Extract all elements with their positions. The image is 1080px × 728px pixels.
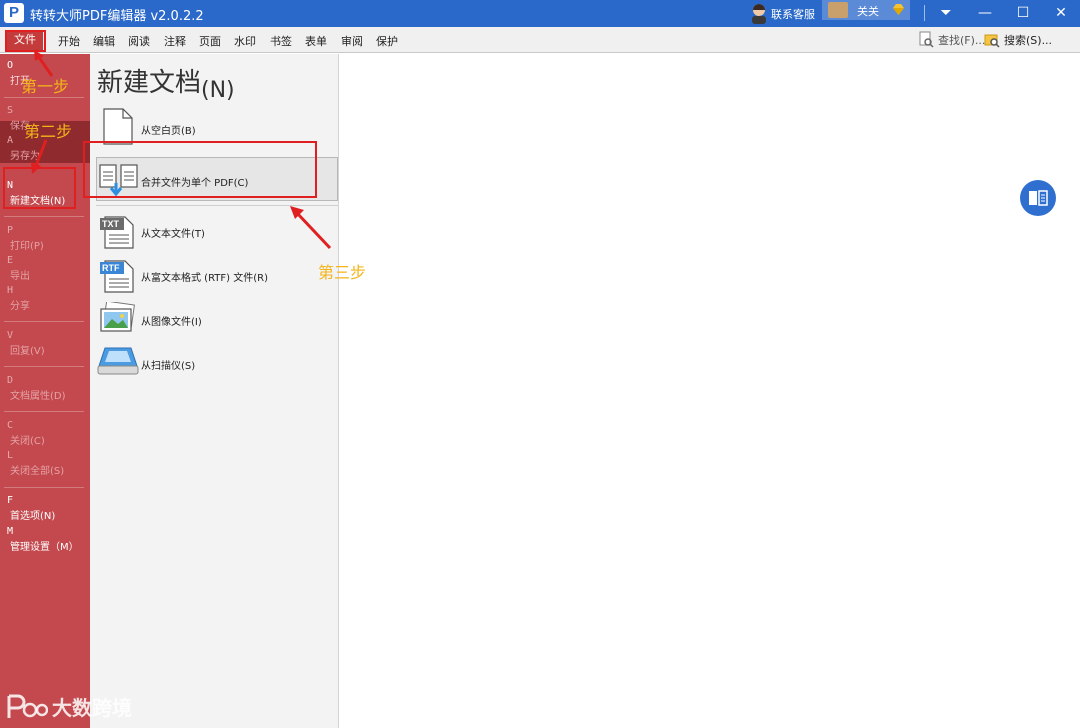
sidebar-divider (4, 97, 84, 98)
shortcut-key-h: H (7, 285, 14, 296)
book-icon (1029, 190, 1048, 206)
float-assistant-button[interactable] (1020, 180, 1056, 216)
annotation-step2: 第二步 (24, 122, 73, 141)
sidebar-item-close-all[interactable]: 关闭全部(S) (10, 462, 64, 477)
panel-title: 新建文档(N) (97, 68, 235, 103)
sidebar-item-manage-settings[interactable]: 管理设置（M） (10, 538, 79, 553)
watermark-text: 大数跨境 (52, 696, 132, 720)
window-title: 转转大师PDF编辑器 v2.0.2.2 (30, 9, 204, 24)
sidebar-item-export[interactable]: 导出 (10, 267, 30, 282)
menu-bookmark[interactable]: 书签 (270, 33, 292, 49)
app-logo-icon: P (4, 3, 24, 23)
menu-watermark[interactable]: 水印 (234, 33, 256, 49)
annotation-box-merge-option (83, 141, 317, 198)
menu-review[interactable]: 审阅 (341, 33, 363, 49)
sidebar-item-close[interactable]: 关闭(C) (10, 432, 45, 447)
shortcut-key-c: C (7, 420, 14, 431)
shortcut-key-o: O (7, 60, 14, 71)
menu-page[interactable]: 页面 (199, 33, 221, 49)
menu-read[interactable]: 阅读 (128, 33, 150, 49)
menu-annotate[interactable]: 注释 (164, 33, 186, 49)
menu-bar: 文件 开始 编辑 阅读 注释 页面 水印 书签 表单 审阅 保护 查找(F)..… (0, 27, 1080, 53)
rtf-badge: RTF (102, 263, 120, 273)
vip-gem-icon (893, 4, 904, 15)
title-bar: P 转转大师PDF编辑器 v2.0.2.2 联系客服 关关 ⏷ — ☐ ✕ (0, 0, 1080, 27)
sidebar-divider (4, 411, 84, 412)
shortcut-key-v: V (7, 330, 14, 341)
find-button[interactable]: 查找(F)... (938, 32, 985, 48)
customer-service-link[interactable]: 联系客服 (771, 6, 815, 22)
option-image-file-label[interactable]: 从图像文件(I) (141, 313, 202, 328)
menu-edit[interactable]: 编辑 (93, 33, 115, 49)
sidebar-item-preferences[interactable]: 首选项(N) (10, 507, 55, 522)
close-button[interactable]: ✕ (1042, 0, 1080, 27)
shortcut-key-p: P (7, 225, 14, 236)
image-file-icon (100, 302, 135, 332)
search-button[interactable]: 搜索(S)... (1004, 32, 1052, 48)
sidebar-item-document-properties[interactable]: 文档属性(D) (10, 387, 66, 402)
customer-service-icon[interactable] (750, 2, 768, 24)
menu-protect[interactable]: 保护 (376, 33, 398, 49)
app-window: P 转转大师PDF编辑器 v2.0.2.2 联系客服 关关 ⏷ — ☐ ✕ 文件… (0, 0, 1080, 728)
shortcut-key-d: D (7, 375, 14, 386)
shortcut-key-s: S (7, 105, 14, 116)
titlebar-separator (924, 5, 925, 21)
dropdown-button[interactable]: ⏷ (927, 0, 965, 27)
option-text-file-label[interactable]: 从文本文件(T) (141, 225, 205, 240)
sidebar-divider (4, 366, 84, 367)
minimize-button[interactable]: — (966, 0, 1004, 27)
panel-title-key: (N) (201, 78, 235, 103)
annotation-step3: 第三步 (318, 263, 367, 282)
shortcut-key-a: A (7, 135, 14, 146)
option-blank-page-label[interactable]: 从空白页(B) (141, 122, 196, 137)
shortcut-key-m: M (7, 526, 14, 537)
menu-form[interactable]: 表单 (305, 33, 327, 49)
option-scanner-label[interactable]: 从扫描仪(S) (141, 357, 195, 372)
sidebar-divider (4, 487, 84, 488)
sidebar-item-print[interactable]: 打印(P) (10, 237, 44, 252)
find-icon[interactable] (918, 31, 934, 48)
option-rtf-file-label[interactable]: 从富文本格式 (RTF) 文件(R) (141, 269, 268, 284)
user-name[interactable]: 关关 (857, 3, 879, 19)
annotation-step1: 第一步 (21, 77, 70, 96)
annotation-box-new-document (3, 167, 76, 209)
scanner-icon (97, 347, 139, 375)
search-icon[interactable] (984, 31, 1000, 48)
user-avatar[interactable] (828, 2, 848, 18)
maximize-button[interactable]: ☐ (1004, 0, 1042, 27)
sidebar-item-share[interactable]: 分享 (10, 297, 30, 312)
watermark-logo (7, 694, 48, 718)
menu-start[interactable]: 开始 (58, 33, 80, 49)
sidebar-item-reply[interactable]: 回复(V) (10, 342, 45, 357)
sidebar-divider (4, 216, 84, 217)
blank-page-icon (103, 108, 133, 145)
shortcut-key-l: L (7, 450, 14, 461)
shortcut-key-e: E (7, 255, 14, 266)
sidebar-divider (4, 321, 84, 322)
annotation-box-file-menu (5, 30, 46, 52)
panel-divider (96, 205, 338, 206)
shortcut-key-f: F (7, 495, 14, 506)
sidebar-item-save-as[interactable]: 另存为 (10, 147, 40, 162)
txt-badge: TXT (102, 219, 119, 229)
